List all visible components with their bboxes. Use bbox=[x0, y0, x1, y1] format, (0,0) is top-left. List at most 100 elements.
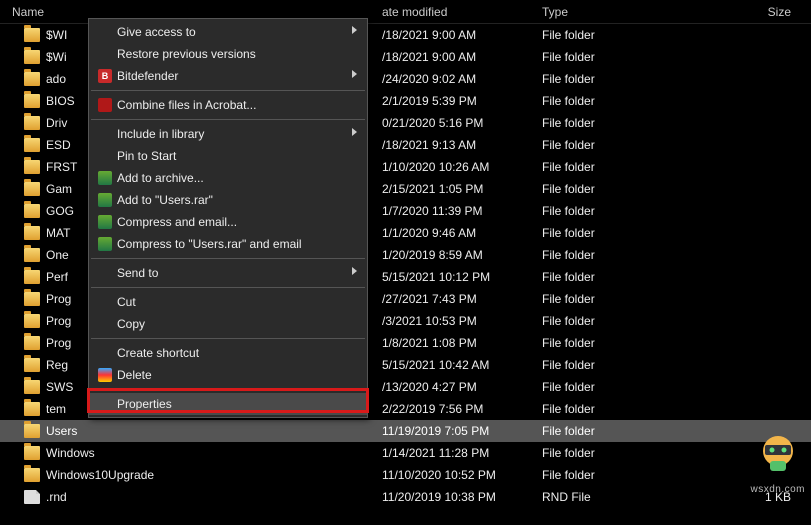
file-type: File folder bbox=[542, 336, 690, 350]
winrar-icon bbox=[98, 171, 112, 185]
folder-icon bbox=[24, 226, 40, 240]
menu-item-label: Restore previous versions bbox=[115, 47, 339, 61]
file-name: .rnd bbox=[46, 490, 67, 504]
menu-item-label: Bitdefender bbox=[115, 69, 339, 83]
menu-item-label: Send to bbox=[115, 266, 339, 280]
bitdefender-icon: B bbox=[98, 69, 112, 83]
menu-item-restore-previous-versions[interactable]: Restore previous versions bbox=[89, 43, 367, 65]
menu-item-add-to-users-rar[interactable]: Add to "Users.rar" bbox=[89, 189, 367, 211]
file-row[interactable]: .rnd11/20/2019 10:38 PMRND File1 KB bbox=[0, 486, 811, 508]
file-name: One bbox=[46, 248, 69, 262]
file-name: Prog bbox=[46, 336, 71, 350]
folder-icon bbox=[24, 160, 40, 174]
menu-separator bbox=[91, 258, 365, 259]
menu-item-cut[interactable]: Cut bbox=[89, 291, 367, 313]
file-type: File folder bbox=[542, 314, 690, 328]
file-row[interactable]: Windows1/14/2021 11:28 PMFile folder bbox=[0, 442, 811, 464]
menu-item-combine-files-in-acrobat[interactable]: Combine files in Acrobat... bbox=[89, 94, 367, 116]
file-date: 1/1/2020 9:46 AM bbox=[382, 226, 542, 240]
file-date: 1/20/2019 8:59 AM bbox=[382, 248, 542, 262]
menu-item-label: Add to "Users.rar" bbox=[115, 193, 339, 207]
menu-item-send-to[interactable]: Send to bbox=[89, 262, 367, 284]
file-type: File folder bbox=[542, 204, 690, 218]
column-header-size[interactable]: Size bbox=[690, 5, 811, 19]
column-header-type[interactable]: Type bbox=[542, 5, 690, 19]
menu-item-label: Properties bbox=[115, 397, 339, 411]
menu-item-properties[interactable]: Properties bbox=[89, 393, 367, 415]
file-date: 5/15/2021 10:12 PM bbox=[382, 270, 542, 284]
folder-icon bbox=[24, 358, 40, 372]
file-date: /13/2020 4:27 PM bbox=[382, 380, 542, 394]
folder-icon bbox=[24, 270, 40, 284]
folder-icon bbox=[24, 204, 40, 218]
file-name: Windows10Upgrade bbox=[46, 468, 154, 482]
file-date: 11/19/2019 7:05 PM bbox=[382, 424, 542, 438]
file-date: 1/7/2020 11:39 PM bbox=[382, 204, 542, 218]
context-menu: Give access toRestore previous versionsB… bbox=[88, 18, 368, 418]
file-date: 0/21/2020 5:16 PM bbox=[382, 116, 542, 130]
file-name: SWS bbox=[46, 380, 73, 394]
file-type: File folder bbox=[542, 50, 690, 64]
menu-item-label: Compress and email... bbox=[115, 215, 339, 229]
menu-item-compress-to-users-rar-and-email[interactable]: Compress to "Users.rar" and email bbox=[89, 233, 367, 255]
folder-icon bbox=[24, 116, 40, 130]
menu-item-bitdefender[interactable]: BBitdefender bbox=[89, 65, 367, 87]
menu-item-icon bbox=[95, 98, 115, 112]
menu-item-icon bbox=[95, 171, 115, 185]
file-date: /18/2021 9:13 AM bbox=[382, 138, 542, 152]
file-type: File folder bbox=[542, 138, 690, 152]
winrar-icon bbox=[98, 215, 112, 229]
menu-item-compress-and-email[interactable]: Compress and email... bbox=[89, 211, 367, 233]
file-date: 1/10/2020 10:26 AM bbox=[382, 160, 542, 174]
menu-item-pin-to-start[interactable]: Pin to Start bbox=[89, 145, 367, 167]
file-type: File folder bbox=[542, 226, 690, 240]
file-explorer: Name ate modified Type Size $WI/18/2021 … bbox=[0, 0, 811, 525]
file-date: 1/8/2021 1:08 PM bbox=[382, 336, 542, 350]
file-name: Windows bbox=[46, 446, 95, 460]
file-row[interactable]: Windows10Upgrade11/10/2020 10:52 PMFile … bbox=[0, 464, 811, 486]
menu-item-include-in-library[interactable]: Include in library bbox=[89, 123, 367, 145]
winrar-icon bbox=[98, 193, 112, 207]
menu-item-delete[interactable]: Delete bbox=[89, 364, 367, 386]
folder-icon bbox=[24, 314, 40, 328]
folder-icon bbox=[24, 72, 40, 86]
menu-item-give-access-to[interactable]: Give access to bbox=[89, 21, 367, 43]
menu-item-copy[interactable]: Copy bbox=[89, 313, 367, 335]
chevron-right-icon bbox=[352, 26, 357, 34]
menu-separator bbox=[91, 90, 365, 91]
menu-item-label: Compress to "Users.rar" and email bbox=[115, 237, 339, 251]
file-type: File folder bbox=[542, 358, 690, 372]
file-name: $WI bbox=[46, 28, 67, 42]
folder-icon bbox=[24, 28, 40, 42]
column-header-name[interactable]: Name bbox=[0, 5, 382, 19]
column-header-date[interactable]: ate modified bbox=[382, 5, 542, 19]
file-name: Prog bbox=[46, 314, 71, 328]
folder-icon bbox=[24, 182, 40, 196]
file-type: File folder bbox=[542, 160, 690, 174]
folder-icon bbox=[24, 94, 40, 108]
menu-item-label: Copy bbox=[115, 317, 339, 331]
file-type: File folder bbox=[542, 182, 690, 196]
folder-icon bbox=[24, 336, 40, 350]
file-date: /18/2021 9:00 AM bbox=[382, 50, 542, 64]
chevron-right-icon bbox=[352, 267, 357, 275]
file-date: /27/2021 7:43 PM bbox=[382, 292, 542, 306]
file-type: File folder bbox=[542, 94, 690, 108]
file-name: tem bbox=[46, 402, 66, 416]
menu-item-label: Delete bbox=[115, 368, 339, 382]
file-date: 5/15/2021 10:42 AM bbox=[382, 358, 542, 372]
watermark-text: wsxdn.com bbox=[750, 484, 805, 495]
menu-item-create-shortcut[interactable]: Create shortcut bbox=[89, 342, 367, 364]
site-logo bbox=[753, 431, 803, 477]
file-row[interactable]: Users11/19/2019 7:05 PMFile folder bbox=[0, 420, 811, 442]
file-date: /18/2021 9:00 AM bbox=[382, 28, 542, 42]
file-date: /3/2021 10:53 PM bbox=[382, 314, 542, 328]
file-type: File folder bbox=[542, 116, 690, 130]
file-type: File folder bbox=[542, 446, 690, 460]
folder-icon bbox=[24, 446, 40, 460]
file-date: 2/15/2021 1:05 PM bbox=[382, 182, 542, 196]
menu-item-icon bbox=[95, 237, 115, 251]
menu-item-add-to-archive[interactable]: Add to archive... bbox=[89, 167, 367, 189]
menu-item-label: Combine files in Acrobat... bbox=[115, 98, 339, 112]
file-type: RND File bbox=[542, 490, 690, 504]
